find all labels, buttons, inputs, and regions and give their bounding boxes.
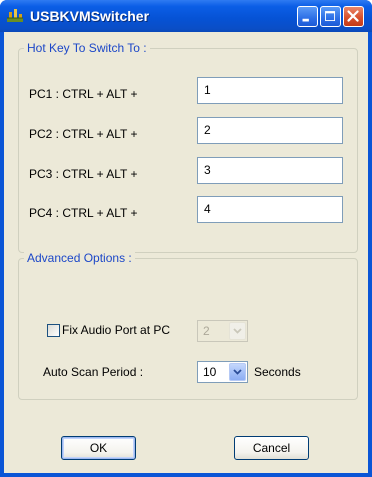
minimize-button[interactable] <box>297 6 318 27</box>
maximize-icon <box>325 11 336 22</box>
pc1-hotkey-field[interactable]: 1 <box>197 77 343 104</box>
hotkey-group-legend: Hot Key To Switch To : <box>24 41 150 55</box>
minimize-icon <box>302 18 309 22</box>
app-network-icon <box>7 9 23 22</box>
title-bar[interactable]: USBKVMSwitcher <box>0 0 372 32</box>
maximize-button[interactable] <box>320 6 341 27</box>
pc1-hotkey-label: PC1 : CTRL + ALT + <box>29 87 138 101</box>
auto-scan-label: Auto Scan Period : <box>43 365 144 379</box>
close-button[interactable] <box>343 6 364 27</box>
auto-scan-unit: Seconds <box>254 365 301 379</box>
window-title: USBKVMSwitcher <box>30 8 150 24</box>
pc2-hotkey-field[interactable]: 2 <box>197 117 343 144</box>
close-icon <box>347 10 359 22</box>
pc2-hotkey-label: PC2 : CTRL + ALT + <box>29 127 138 141</box>
audio-pc-value: 2 <box>203 324 210 338</box>
chevron-down-icon <box>233 369 242 375</box>
fix-audio-label: Fix Audio Port at PC <box>62 323 171 337</box>
pc4-hotkey-field[interactable]: 4 <box>197 196 343 223</box>
auto-scan-select[interactable]: 10 <box>197 361 248 383</box>
app-window: USBKVMSwitcher Hot Key To Switch To : PC… <box>0 0 372 477</box>
dialog-client-area: Hot Key To Switch To : PC1 : CTRL + ALT … <box>4 32 368 473</box>
audio-pc-select[interactable]: 2 <box>197 320 248 342</box>
advanced-options-legend: Advanced Options : <box>24 251 135 265</box>
chevron-down-icon <box>233 328 242 334</box>
pc4-hotkey-label: PC4 : CTRL + ALT + <box>29 206 138 220</box>
pc3-hotkey-field[interactable]: 3 <box>197 157 343 184</box>
cancel-button[interactable]: Cancel <box>234 436 309 460</box>
auto-scan-value: 10 <box>203 365 217 379</box>
pc3-hotkey-label: PC3 : CTRL + ALT + <box>29 167 138 181</box>
auto-scan-dropdown-button[interactable] <box>229 363 246 381</box>
ok-button[interactable]: OK <box>61 436 136 460</box>
audio-pc-dropdown-button[interactable] <box>229 322 246 340</box>
fix-audio-checkbox[interactable] <box>47 324 60 337</box>
